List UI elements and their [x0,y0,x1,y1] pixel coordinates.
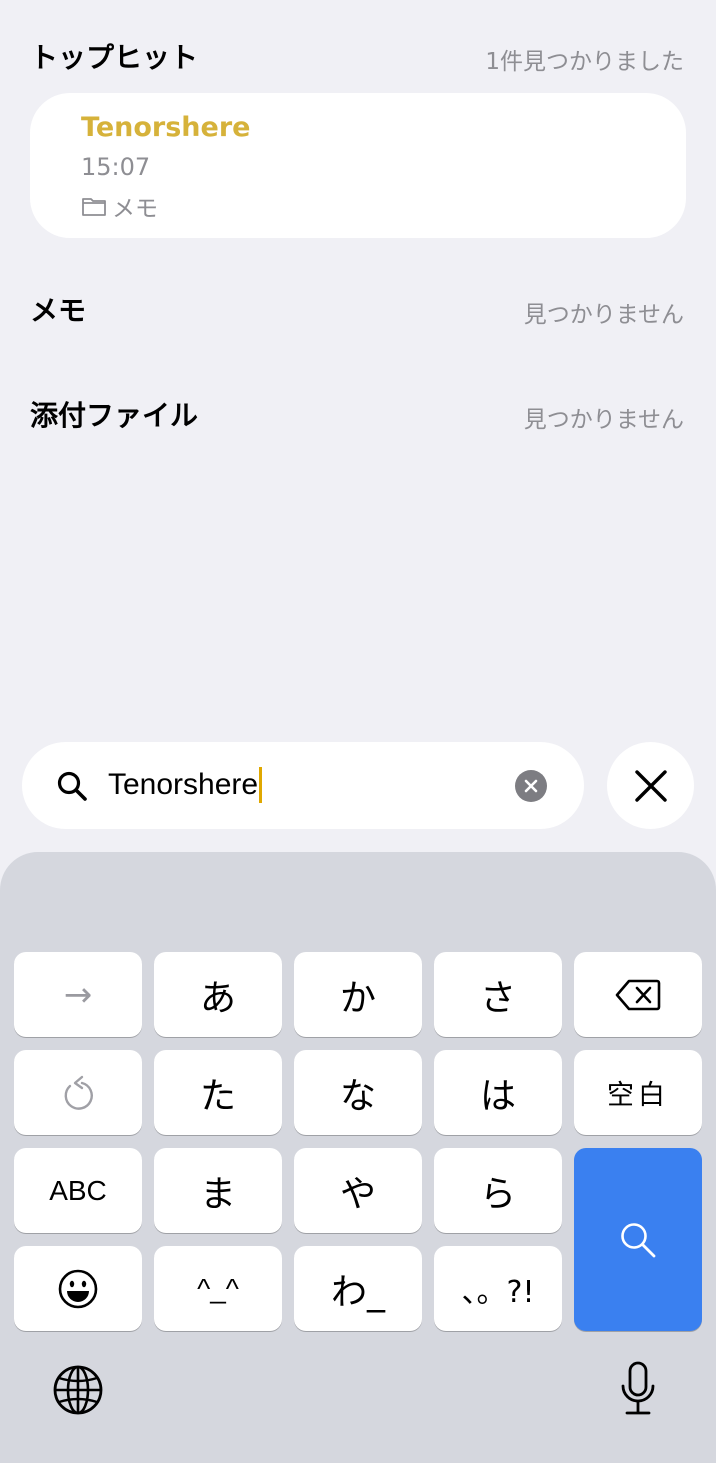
section-title-attachments: 添付ファイル [30,399,199,432]
key-ka[interactable]: か [294,952,422,1037]
undo-icon [64,1075,93,1110]
search-icon [621,1222,656,1257]
delete-backspace-icon [615,979,661,1010]
key-ma[interactable]: ま [154,1148,282,1233]
key-a[interactable]: あ [154,952,282,1037]
microphone-icon[interactable] [618,1360,658,1418]
result-folder: メモ [81,189,158,223]
clear-search-button[interactable] [515,770,547,802]
search-icon [57,771,87,801]
search-input[interactable]: Tenorshere [108,764,263,806]
key-na[interactable]: な [294,1050,422,1135]
key-ya[interactable]: や [294,1148,422,1233]
result-folder-label: メモ [112,196,158,222]
search-result-card[interactable]: Tenorshere 15:07 メモ [30,93,686,238]
clear-icon [524,779,538,793]
key-punctuation[interactable]: 、。?! [434,1246,562,1331]
keyboard: → あ か さ た な は 空白 ABC ま や ら ^_^ わ_ 、。?! [0,852,716,1463]
close-search-button[interactable] [607,742,694,829]
search-bar[interactable]: Tenorshere [22,742,584,829]
key-ha[interactable]: は [434,1050,562,1135]
key-search[interactable] [574,1148,702,1331]
section-status-attachments: 見つかりません [523,407,684,433]
close-icon [634,769,667,802]
key-ra[interactable]: ら [434,1148,562,1233]
key-undo[interactable] [14,1050,142,1135]
key-ta[interactable]: た [154,1050,282,1135]
globe-icon[interactable] [52,1364,104,1416]
key-arrow-right[interactable]: → [14,952,142,1037]
key-space[interactable]: 空白 [574,1050,702,1135]
section-title-memo: メモ [30,294,87,327]
key-abc[interactable]: ABC [14,1148,142,1233]
section-status-memo: 見つかりません [523,302,684,328]
key-kaomoji[interactable]: ^_^ [154,1246,282,1331]
section-title-top-hits: トップヒット [30,41,199,74]
folder-icon [82,198,106,216]
text-caret [259,767,263,803]
search-input-value: Tenorshere [108,768,259,801]
key-emoji[interactable] [14,1246,142,1331]
section-status-top-hits: 1件見つかりました [485,49,684,75]
result-title: Tenorshere [81,112,251,143]
key-delete[interactable] [574,952,702,1037]
key-sa[interactable]: さ [434,952,562,1037]
result-time: 15:07 [81,153,151,181]
key-wa[interactable]: わ_ [294,1246,422,1331]
emoji-icon [58,1269,98,1308]
